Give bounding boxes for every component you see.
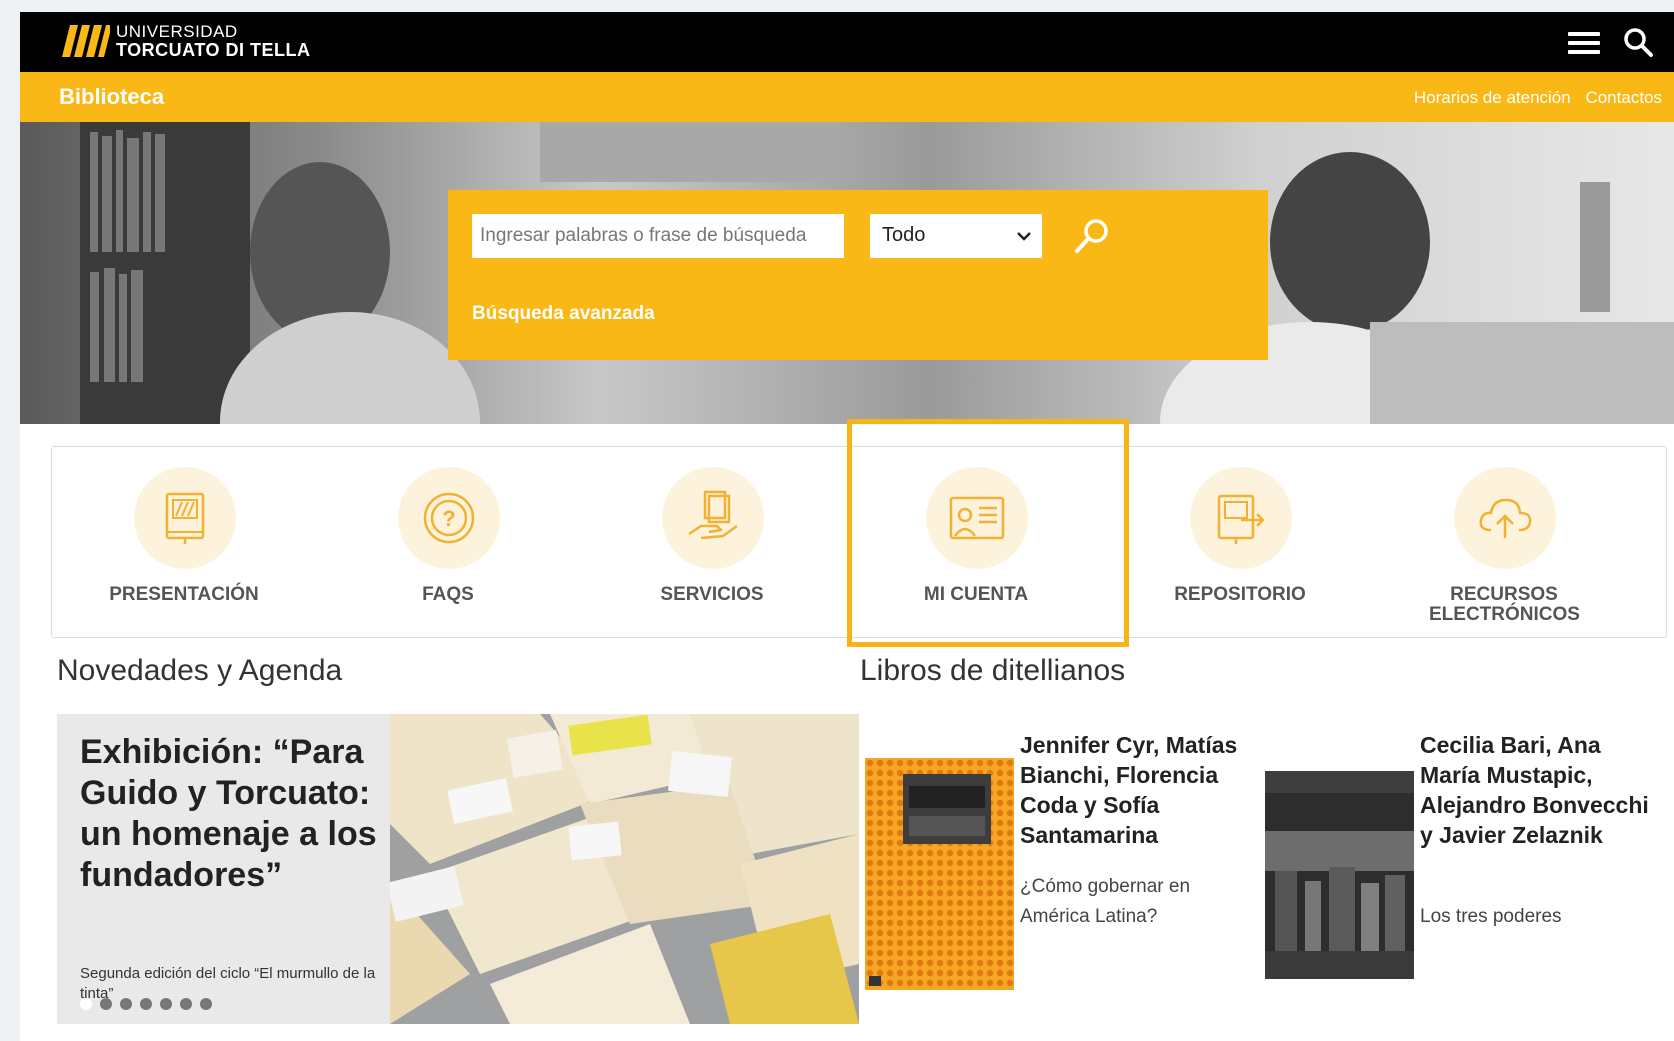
question-icon: ? (423, 492, 475, 544)
icon-circle: ? (398, 467, 500, 569)
quick-link-label: PRESENTACIÓN (109, 584, 259, 605)
book-2-title[interactable]: Los tres poderes (1420, 902, 1660, 932)
book-cover-1[interactable] (865, 758, 1014, 990)
hamburger-menu-icon[interactable] (1568, 32, 1602, 54)
icon-circle (134, 467, 236, 569)
carousel-dot[interactable] (140, 998, 152, 1010)
quick-link-label: RECURSOS ELECTRÓNICOS (1429, 584, 1580, 625)
carousel-dots (80, 997, 220, 1015)
search-icon[interactable] (1622, 26, 1654, 58)
cloud-upload-icon (1479, 498, 1532, 538)
exhibition-photo (390, 714, 859, 1024)
quick-link-label: MI CUENTA (923, 584, 1029, 605)
top-bar: UNIVERSIDAD TORCUATO DI TELLA (20, 12, 1674, 72)
quick-link-servicios[interactable]: SERVICIOS (580, 447, 844, 637)
news-image[interactable] (390, 714, 859, 1024)
book-1-title[interactable]: ¿Cómo gobernar en América Latina? (1020, 872, 1250, 932)
book-cover-image (1265, 771, 1414, 979)
library-title[interactable]: Biblioteca (59, 84, 164, 110)
book-cover-2[interactable] (1265, 771, 1414, 979)
book-1-authors[interactable]: Jennifer Cyr, Matías Bianchi, Florencia … (1020, 730, 1250, 850)
carousel-dot[interactable] (200, 998, 212, 1010)
news-section-title: Novedades y Agenda (57, 654, 343, 687)
carousel-dot[interactable] (120, 998, 132, 1010)
book-cover-image (865, 758, 1014, 990)
icon-circle (1190, 467, 1292, 569)
library-links: Horarios de atención Contactos (1404, 88, 1662, 108)
search-scope-select[interactable]: Todo (870, 214, 1042, 258)
search-panel: Todo Búsqueda avanzada (448, 190, 1268, 360)
search-submit-icon[interactable] (1072, 216, 1112, 256)
quick-link-presentacion[interactable]: PRESENTACIÓN (52, 447, 316, 637)
chevron-down-icon (1017, 232, 1031, 241)
page: UNIVERSIDAD TORCUATO DI TELLA Biblioteca… (20, 12, 1674, 1041)
quick-links-panel: PRESENTACIÓN ? FAQS SERVICIOS MI CUENTA … (51, 446, 1667, 638)
logo-line2: TORCUATO DI TELLA (116, 40, 311, 60)
hand-books-icon (688, 490, 738, 540)
quick-link-recursos-electronicos[interactable]: RECURSOS ELECTRÓNICOS (1372, 447, 1636, 637)
quick-link-label: REPOSITORIO (1174, 584, 1306, 605)
carousel-dot[interactable] (160, 998, 172, 1010)
advanced-search-link[interactable]: Búsqueda avanzada (472, 303, 655, 325)
books-section-title: Libros de ditellianos (860, 654, 1126, 687)
quick-link-repositorio[interactable]: REPOSITORIO (1108, 447, 1372, 637)
icon-circle (926, 467, 1028, 569)
id-card-icon (949, 496, 1005, 540)
quick-link-label: FAQS (422, 584, 474, 605)
news-title[interactable]: Exhibición: “Para Guido y Torcuato: un h… (80, 732, 380, 896)
news-carousel[interactable]: Exhibición: “Para Guido y Torcuato: un h… (57, 714, 859, 1024)
logo-line1: UNIVERSIDAD (116, 22, 238, 41)
link-contactos[interactable]: Contactos (1585, 88, 1662, 107)
book-icon (165, 492, 205, 544)
link-horarios[interactable]: Horarios de atención (1414, 88, 1571, 107)
icon-circle (1454, 467, 1556, 569)
icon-circle (662, 467, 764, 569)
carousel-dot[interactable] (80, 998, 92, 1010)
library-bar: Biblioteca Horarios de atención Contacto… (20, 72, 1674, 122)
logo-text[interactable]: UNIVERSIDAD TORCUATO DI TELLA (116, 22, 311, 60)
utdt-logo-icon[interactable] (62, 25, 110, 57)
carousel-dot[interactable] (100, 998, 112, 1010)
carousel-dot[interactable] (180, 998, 192, 1010)
quick-link-label: SERVICIOS (660, 584, 764, 605)
svg-text:?: ? (442, 506, 455, 531)
repository-export-icon (1217, 494, 1265, 544)
quick-link-faqs[interactable]: ? FAQS (316, 447, 580, 637)
search-input[interactable] (472, 214, 844, 258)
news-caption: Exhibición: “Para Guido y Torcuato: un h… (57, 714, 390, 1024)
quick-link-mi-cuenta[interactable]: MI CUENTA (844, 447, 1108, 637)
book-2-authors[interactable]: Cecilia Bari, Ana María Mustapic, Alejan… (1420, 730, 1660, 850)
search-scope-value: Todo (882, 224, 926, 246)
